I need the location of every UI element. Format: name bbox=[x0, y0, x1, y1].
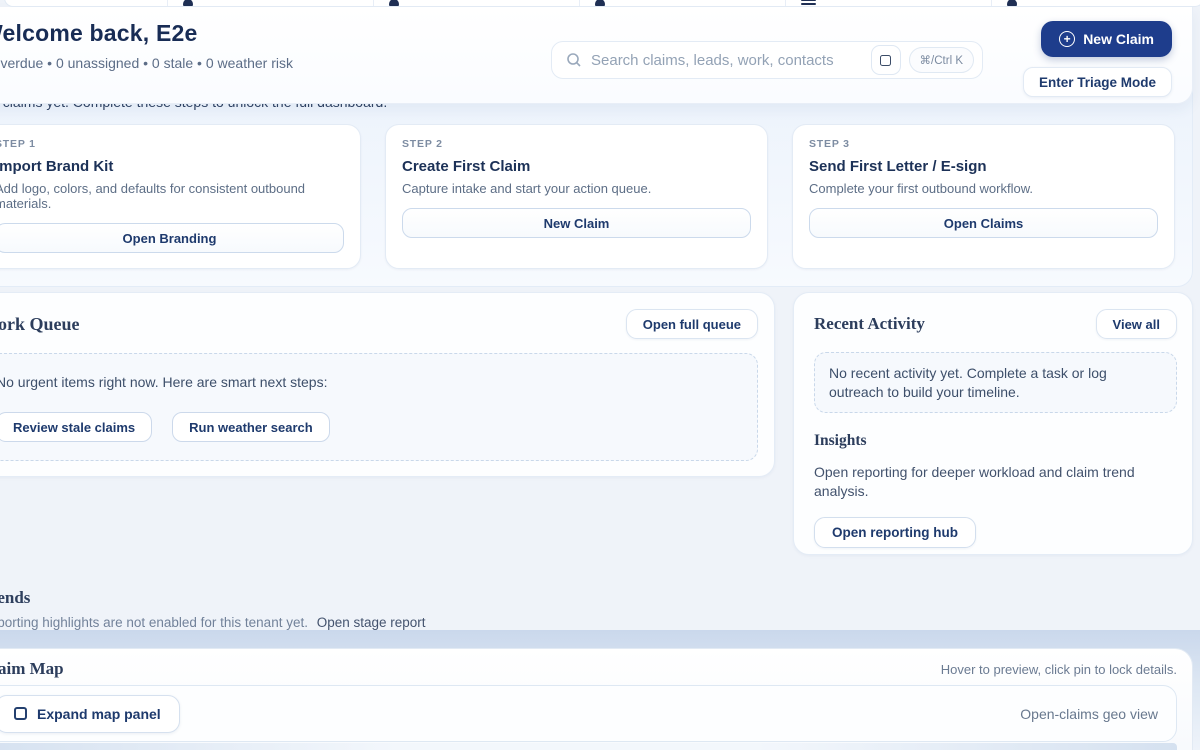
page-header: Welcome back, E2e 0 overdue • 0 unassign… bbox=[0, 7, 1193, 104]
nav-card[interactable] bbox=[992, 0, 1200, 6]
geo-view-label: Open-claims geo view bbox=[1020, 706, 1158, 722]
nav-card[interactable] bbox=[374, 0, 580, 6]
page-title: Welcome back, E2e bbox=[0, 20, 293, 47]
work-queue-card: Work Queue Open full queue No urgent ite… bbox=[0, 292, 775, 477]
step-title: Create First Claim bbox=[402, 158, 751, 175]
onboarding-steps: STEP 1 Import Brand Kit Add logo, colors… bbox=[0, 124, 1175, 269]
work-queue-title: Work Queue bbox=[0, 314, 80, 335]
review-stale-claims-button[interactable]: Review stale claims bbox=[0, 412, 152, 442]
claim-map-section: Claim Map Hover to preview, click pin to… bbox=[0, 630, 1200, 750]
trends-title: Trends bbox=[0, 588, 426, 608]
claim-map-card: Claim Map Hover to preview, click pin to… bbox=[0, 648, 1193, 750]
step-description: Capture intake and start your action que… bbox=[402, 181, 751, 196]
onboarding-banner: No claims yet. Complete these steps to u… bbox=[0, 77, 1193, 287]
global-search: ⌘/Ctrl K bbox=[551, 41, 983, 79]
expand-map-panel-button[interactable]: Expand map panel bbox=[0, 695, 180, 733]
trends-message: Reporting highlights are not enabled for… bbox=[0, 615, 308, 630]
step-title: Send First Letter / E-sign bbox=[809, 158, 1158, 175]
open-stage-report-link[interactable]: Open stage report bbox=[317, 615, 426, 630]
new-claim-label: New Claim bbox=[1083, 31, 1154, 47]
run-weather-search-button[interactable]: Run weather search bbox=[172, 412, 330, 442]
expand-map-panel-label: Expand map panel bbox=[37, 706, 161, 722]
header-stats: 0 overdue • 0 unassigned • 0 stale • 0 w… bbox=[0, 55, 293, 71]
claim-map-title: Claim Map bbox=[0, 659, 64, 679]
work-queue-empty-message: No urgent items right now. Here are smar… bbox=[0, 374, 739, 390]
nav-card[interactable] bbox=[168, 0, 374, 6]
nav-card[interactable] bbox=[580, 0, 786, 6]
step-title: Import Brand Kit bbox=[0, 158, 344, 175]
dashboard-page: No claims yet. Complete these steps to u… bbox=[0, 0, 1200, 750]
search-input[interactable] bbox=[591, 52, 841, 69]
step-label: STEP 1 bbox=[0, 138, 344, 150]
new-claim-step-button[interactable]: New Claim bbox=[402, 208, 751, 238]
map-canvas[interactable] bbox=[0, 743, 1177, 750]
step-label: STEP 3 bbox=[809, 138, 1158, 150]
insights-text: Open reporting for deeper workload and c… bbox=[814, 463, 1144, 500]
open-reporting-hub-button[interactable]: Open reporting hub bbox=[814, 517, 976, 548]
square-icon bbox=[880, 55, 891, 66]
recent-activity-card: Recent Activity View all No recent activ… bbox=[793, 292, 1193, 555]
nav-dot-icon bbox=[595, 0, 605, 7]
expand-square-icon bbox=[14, 707, 27, 720]
top-nav-strip bbox=[4, 0, 1200, 7]
insights-title: Insights bbox=[814, 432, 1177, 450]
open-branding-button[interactable]: Open Branding bbox=[0, 223, 344, 253]
nav-list-icon bbox=[801, 0, 816, 7]
step-description: Add logo, colors, and defaults for consi… bbox=[0, 181, 344, 211]
search-display-toggle-button[interactable] bbox=[871, 45, 901, 75]
map-toolbar: Expand map panel Open-claims geo view bbox=[0, 685, 1177, 742]
nav-dot-icon bbox=[1007, 0, 1017, 7]
claim-map-hint: Hover to preview, click pin to lock deta… bbox=[941, 662, 1177, 677]
step-label: STEP 2 bbox=[402, 138, 751, 150]
step-description: Complete your first outbound workflow. bbox=[809, 181, 1158, 196]
recent-activity-title: Recent Activity bbox=[814, 314, 925, 334]
step-card-2: STEP 2 Create First Claim Capture intake… bbox=[385, 124, 768, 269]
nav-dot-icon bbox=[183, 0, 193, 7]
trends-section: Trends Reporting highlights are not enab… bbox=[0, 588, 426, 630]
new-claim-button[interactable]: + New Claim bbox=[1041, 21, 1172, 57]
keyboard-shortcut-badge: ⌘/Ctrl K bbox=[909, 47, 974, 73]
enter-triage-mode-button[interactable]: Enter Triage Mode bbox=[1023, 67, 1172, 97]
open-claims-button[interactable]: Open Claims bbox=[809, 208, 1158, 238]
open-full-queue-button[interactable]: Open full queue bbox=[626, 309, 758, 339]
search-icon bbox=[566, 52, 582, 68]
step-card-3: STEP 3 Send First Letter / E-sign Comple… bbox=[792, 124, 1175, 269]
nav-card[interactable] bbox=[786, 0, 992, 6]
plus-circle-icon: + bbox=[1059, 31, 1075, 47]
step-card-1: STEP 1 Import Brand Kit Add logo, colors… bbox=[0, 124, 361, 269]
nav-dot-icon bbox=[389, 0, 399, 7]
activity-empty-state: No recent activity yet. Complete a task … bbox=[814, 352, 1177, 413]
nav-card[interactable] bbox=[5, 0, 168, 6]
work-queue-empty-state: No urgent items right now. Here are smar… bbox=[0, 353, 758, 461]
view-all-button[interactable]: View all bbox=[1096, 309, 1177, 339]
